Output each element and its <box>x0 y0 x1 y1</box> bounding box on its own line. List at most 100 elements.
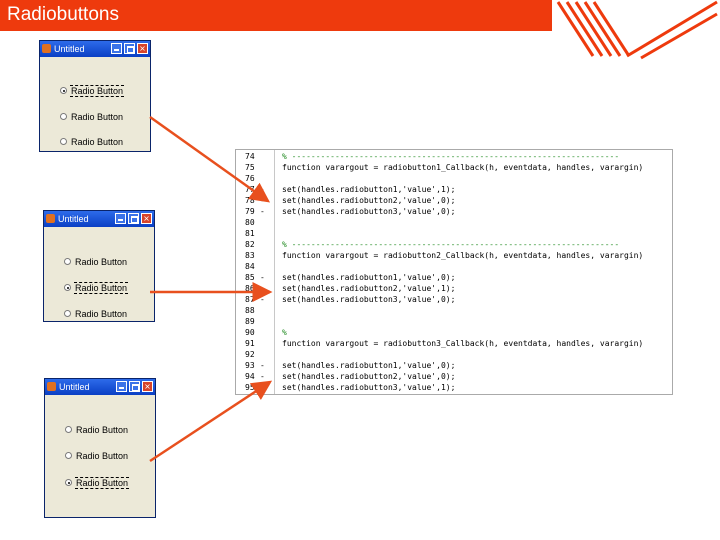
breakpoint-marker[interactable]: - <box>260 184 268 195</box>
window-client-area: Radio Button Radio Button Radio Button <box>47 397 153 515</box>
maximize-button[interactable] <box>129 381 140 392</box>
code-line: 74 % ------------------------------------… <box>236 151 672 162</box>
line-number: 95 <box>245 383 255 392</box>
breakpoint-marker[interactable]: - <box>260 283 268 294</box>
code-line: 79- set(handles.radiobutton3,'value',0); <box>236 206 672 217</box>
code-text: function varargout = radiobutton1_Callba… <box>282 163 644 172</box>
gui-window-2: Untitled × Radio Button Radio Button Rad… <box>43 210 155 322</box>
code-text: set(handles.radiobutton3,'value',0); <box>282 295 456 304</box>
window-title: Untitled <box>54 44 85 54</box>
radio-label[interactable]: Radio Button <box>74 282 129 294</box>
window-titlebar[interactable]: Untitled × <box>40 41 150 57</box>
code-text: set(handles.radiobutton1,'value',0); <box>282 273 456 282</box>
minimize-button[interactable] <box>111 43 122 54</box>
code-line: 83 function varargout = radiobutton2_Call… <box>236 250 672 261</box>
code-text: set(handles.radiobutton1,'value',1); <box>282 185 456 194</box>
maximize-button[interactable] <box>124 43 135 54</box>
minimize-button[interactable] <box>115 213 126 224</box>
code-line: 86- set(handles.radiobutton2,'value',1); <box>236 283 672 294</box>
code-text: set(handles.radiobutton2,'value',0); <box>282 196 456 205</box>
code-text: % --------------------------------------… <box>282 152 620 161</box>
line-number: 92 <box>245 350 255 359</box>
radio-label[interactable]: Radio Button <box>75 424 129 436</box>
code-line: 76 <box>236 173 672 184</box>
code-line: 95- set(handles.radiobutton3,'value',1); <box>236 382 672 393</box>
code-line: 80 <box>236 217 672 228</box>
code-line: 93- set(handles.radiobutton1,'value',0); <box>236 360 672 371</box>
code-line: 94- set(handles.radiobutton2,'value',0); <box>236 371 672 382</box>
line-number: 91 <box>245 339 255 348</box>
code-line: 88 <box>236 305 672 316</box>
line-number: 85 <box>245 273 255 282</box>
matlab-icon <box>47 382 56 391</box>
window-title: Untitled <box>59 382 90 392</box>
breakpoint-marker[interactable]: - <box>260 360 268 371</box>
code-line: 75 function varargout = radiobutton1_Call… <box>236 162 672 173</box>
radio-label[interactable]: Radio Button <box>70 136 124 148</box>
breakpoint-marker[interactable]: - <box>260 371 268 382</box>
code-line: 85- set(handles.radiobutton1,'value',0); <box>236 272 672 283</box>
radio-label[interactable]: Radio Button <box>75 477 130 489</box>
slide-header-bar: Radiobuttons <box>0 0 552 31</box>
line-number: 75 <box>245 163 255 172</box>
radio-label[interactable]: Radio Button <box>74 256 128 268</box>
minimize-button[interactable] <box>116 381 127 392</box>
code-text: function varargout = radiobutton3_Callba… <box>282 339 644 348</box>
radio-unselected-icon[interactable] <box>60 138 67 145</box>
code-text: function varargout = radiobutton2_Callba… <box>282 251 644 260</box>
line-number: 77 <box>245 185 255 194</box>
code-editor: 74 % ------------------------------------… <box>235 149 673 395</box>
code-text: set(handles.radiobutton2,'value',0); <box>282 372 456 381</box>
line-number: 87 <box>245 295 255 304</box>
breakpoint-marker[interactable]: - <box>260 272 268 283</box>
line-number: 93 <box>245 361 255 370</box>
radio-unselected-icon[interactable] <box>60 113 67 120</box>
code-line: 91 function varargout = radiobutton3_Call… <box>236 338 672 349</box>
line-number: 82 <box>245 240 255 249</box>
window-title: Untitled <box>58 214 89 224</box>
logo-stripes-icon <box>556 0 718 60</box>
code-text: set(handles.radiobutton2,'value',1); <box>282 284 456 293</box>
radio-unselected-icon[interactable] <box>65 452 72 459</box>
radio-unselected-icon[interactable] <box>64 258 71 265</box>
code-text: % <box>282 328 287 337</box>
line-number: 74 <box>245 152 255 161</box>
code-line: 81 <box>236 228 672 239</box>
matlab-icon <box>42 44 51 53</box>
close-button[interactable]: × <box>142 381 153 392</box>
radio-unselected-icon[interactable] <box>65 426 72 433</box>
window-titlebar[interactable]: Untitled × <box>44 211 154 227</box>
breakpoint-marker[interactable]: - <box>260 382 268 393</box>
code-text: set(handles.radiobutton3,'value',0); <box>282 207 456 216</box>
breakpoint-marker[interactable]: - <box>260 206 268 217</box>
code-text: set(handles.radiobutton3,'value',1); <box>282 383 456 392</box>
line-number: 81 <box>245 229 255 238</box>
radio-label[interactable]: Radio Button <box>70 85 125 97</box>
gui-window-1: Untitled × Radio Button Radio Button Rad… <box>39 40 151 152</box>
code-line: 77- set(handles.radiobutton1,'value',1); <box>236 184 672 195</box>
line-number: 84 <box>245 262 255 271</box>
radio-unselected-icon[interactable] <box>64 310 71 317</box>
line-number: 83 <box>245 251 255 260</box>
breakpoint-marker[interactable]: - <box>260 294 268 305</box>
radio-label[interactable]: Radio Button <box>74 308 128 320</box>
window-client-area: Radio Button Radio Button Radio Button <box>46 229 152 319</box>
code-text: set(handles.radiobutton1,'value',0); <box>282 361 456 370</box>
code-line: 92 <box>236 349 672 360</box>
radio-label[interactable]: Radio Button <box>70 111 124 123</box>
matlab-icon <box>46 214 55 223</box>
radio-selected-icon[interactable] <box>64 284 71 291</box>
window-titlebar[interactable]: Untitled × <box>45 379 155 395</box>
maximize-button[interactable] <box>128 213 139 224</box>
breakpoint-marker[interactable]: - <box>260 195 268 206</box>
line-number: 78 <box>245 196 255 205</box>
line-number: 88 <box>245 306 255 315</box>
slide-title: Radiobuttons <box>7 4 119 25</box>
radio-selected-icon[interactable] <box>60 87 67 94</box>
gui-window-3: Untitled × Radio Button Radio Button Rad… <box>44 378 156 518</box>
close-button[interactable]: × <box>137 43 148 54</box>
line-number: 89 <box>245 317 255 326</box>
radio-label[interactable]: Radio Button <box>75 450 129 462</box>
close-button[interactable]: × <box>141 213 152 224</box>
radio-selected-icon[interactable] <box>65 479 72 486</box>
